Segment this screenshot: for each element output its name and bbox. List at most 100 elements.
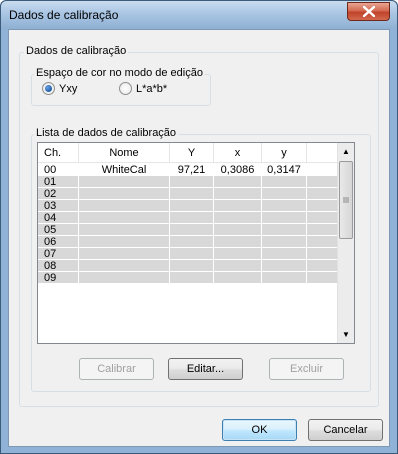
close-button[interactable]: [347, 2, 390, 21]
radio-yxy-indicator[interactable]: [42, 82, 55, 95]
table-row[interactable]: 08: [38, 260, 338, 272]
cell-x: 0,3086: [214, 164, 262, 176]
radio-yxy[interactable]: Yxy: [42, 82, 77, 95]
cell-ch: 09: [38, 272, 79, 284]
cell-filler: [307, 236, 338, 248]
table-row[interactable]: 06: [38, 236, 338, 248]
cell-nome: [79, 224, 170, 236]
cell-nome: [79, 212, 170, 224]
calibration-data-list[interactable]: Ch. Nome Y x y 00 WhiteCal 97,21 0,3086 0,31…: [37, 142, 355, 344]
table-row[interactable]: 02: [38, 188, 338, 200]
cell-y: 0,3147: [262, 164, 307, 176]
list-vertical-scrollbar[interactable]: ▲ ▼: [337, 143, 354, 343]
cell-filler: [307, 176, 338, 188]
cell-filler: [307, 200, 338, 212]
cell-filler: [307, 188, 338, 200]
table-row[interactable]: 03: [38, 200, 338, 212]
column-header-Y[interactable]: Y: [170, 143, 214, 163]
cell-y: [262, 188, 307, 200]
table-row[interactable]: 07: [38, 248, 338, 260]
cell-x: [214, 212, 262, 224]
scroll-thumb[interactable]: [339, 161, 353, 239]
cell-y: [262, 200, 307, 212]
ok-button-label: OK: [251, 424, 268, 436]
cancel-button-label: Cancelar: [323, 424, 368, 436]
cell-filler: [307, 260, 338, 272]
cell-x: [214, 176, 262, 188]
cell-y: [262, 212, 307, 224]
cell-ch: 05: [38, 224, 79, 236]
ok-button[interactable]: OK: [222, 419, 297, 441]
cell-ch: 00: [38, 164, 79, 176]
color-space-group-label: Espaço de cor no modo de edição: [34, 67, 205, 79]
cell-y: [262, 224, 307, 236]
column-header-nome[interactable]: Nome: [79, 143, 170, 163]
table-row[interactable]: 05: [38, 224, 338, 236]
cell-ch: 07: [38, 248, 79, 260]
cell-filler: [307, 224, 338, 236]
cell-ch: 01: [38, 176, 79, 188]
calibration-data-group-label: Dados de calibração: [24, 45, 129, 57]
cell-nome: [79, 260, 170, 272]
radio-lab-indicator[interactable]: [119, 82, 132, 95]
table-row[interactable]: 09: [38, 272, 338, 284]
radio-yxy-label: Yxy: [59, 82, 78, 95]
cell-x: [214, 224, 262, 236]
cell-nome: [79, 248, 170, 260]
cell-filler: [307, 212, 338, 224]
cell-nome: [79, 200, 170, 212]
cell-x: [214, 236, 262, 248]
radio-lab[interactable]: L*a*b*: [119, 82, 167, 95]
list-header: Ch. Nome Y x y: [38, 143, 338, 163]
radio-lab-label: L*a*b*: [136, 82, 168, 95]
window-title: Dados de calibração: [9, 8, 119, 22]
editar-button[interactable]: Editar...: [168, 358, 243, 380]
cell-x: [214, 200, 262, 212]
cell-Y: [170, 260, 214, 272]
cell-nome: [79, 188, 170, 200]
column-header-ch[interactable]: Ch.: [38, 143, 79, 163]
cell-Y: [170, 188, 214, 200]
cell-ch: 08: [38, 260, 79, 272]
cell-Y: [170, 272, 214, 284]
cell-Y: [170, 200, 214, 212]
calibrar-button-label: Calibrar: [97, 363, 136, 375]
cell-filler: [307, 248, 338, 260]
excluir-button-label: Excluir: [289, 363, 323, 375]
cell-y: [262, 272, 307, 284]
cell-x: [214, 272, 262, 284]
cell-nome: [79, 272, 170, 284]
close-icon: [362, 6, 375, 17]
cell-ch: 03: [38, 200, 79, 212]
cell-Y: [170, 176, 214, 188]
cell-x: [214, 260, 262, 272]
excluir-button[interactable]: Excluir: [269, 358, 344, 380]
column-header-y[interactable]: y: [262, 143, 307, 163]
column-header-filler: [307, 143, 338, 163]
scroll-up-arrow-icon[interactable]: ▲: [338, 143, 354, 160]
column-header-x[interactable]: x: [214, 143, 262, 163]
cell-x: [214, 188, 262, 200]
cell-Y: [170, 236, 214, 248]
calibrar-button[interactable]: Calibrar: [79, 358, 154, 380]
cell-filler: [307, 272, 338, 284]
cancel-button[interactable]: Cancelar: [308, 419, 383, 441]
cell-Y: [170, 212, 214, 224]
table-row[interactable]: 00 WhiteCal 97,21 0,3086 0,3147: [38, 164, 338, 176]
cell-ch: 02: [38, 188, 79, 200]
editar-button-label: Editar...: [186, 363, 225, 375]
table-row[interactable]: 04: [38, 212, 338, 224]
scroll-down-arrow-icon[interactable]: ▼: [338, 326, 354, 343]
table-row[interactable]: 01: [38, 176, 338, 188]
cell-y: [262, 236, 307, 248]
cell-nome: WhiteCal: [79, 164, 170, 176]
cell-Y: [170, 224, 214, 236]
cell-nome: [79, 176, 170, 188]
title-bar[interactable]: Dados de calibração: [1, 1, 397, 29]
cell-Y: 97,21: [170, 164, 214, 176]
dialog-window: Dados de calibração Dados de calibração …: [0, 0, 398, 454]
grip-icon: [343, 197, 349, 203]
cell-Y: [170, 248, 214, 260]
calibration-list-group-label: Lista de dados de calibração: [34, 127, 179, 139]
cell-filler: [307, 164, 338, 176]
